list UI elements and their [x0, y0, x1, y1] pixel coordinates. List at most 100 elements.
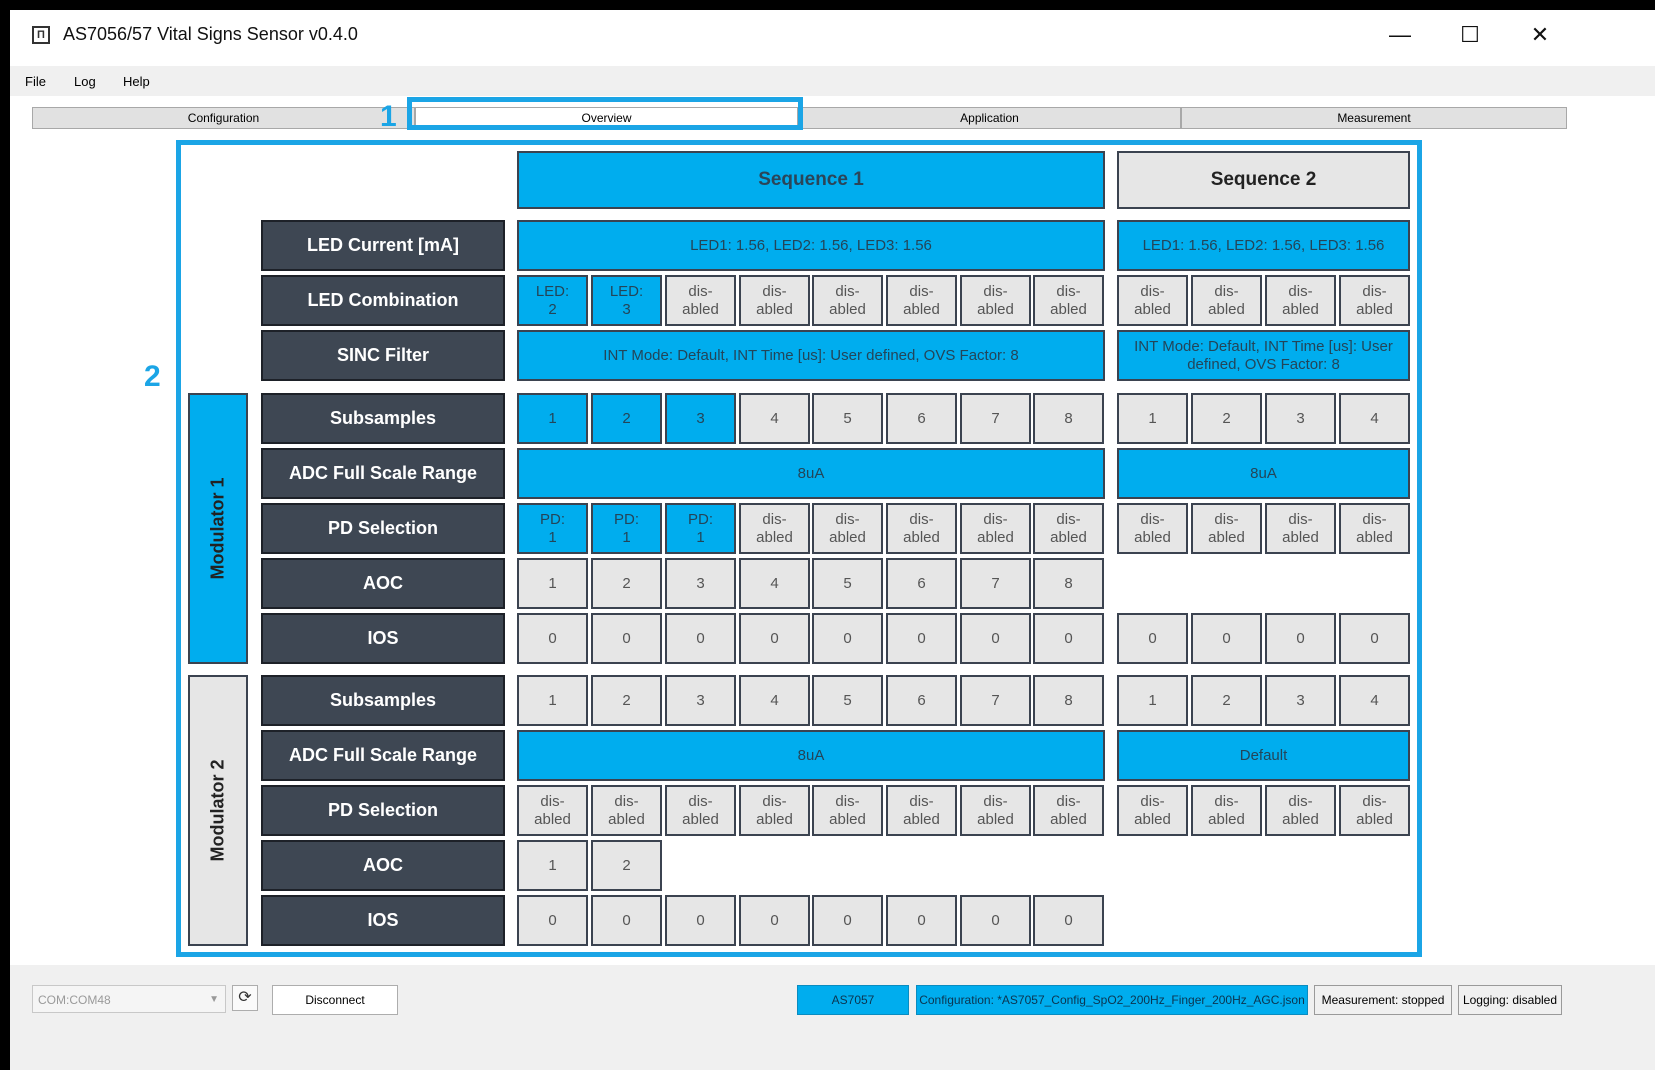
value-cell: PD: 1	[591, 503, 662, 554]
value-cell: dis- abled	[1033, 275, 1104, 326]
value-cell: INT Mode: Default, INT Time [us]: User d…	[1117, 330, 1410, 381]
value-cell: 8	[1033, 558, 1104, 609]
row-label: ADC Full Scale Range	[261, 448, 505, 499]
value-cell: dis- abled	[665, 275, 736, 326]
tab-measurement[interactable]: Measurement	[1181, 107, 1567, 129]
value-cell: 4	[739, 393, 810, 444]
value-cell: 2	[591, 675, 662, 726]
refresh-button[interactable]: ⟳	[232, 985, 258, 1011]
value-cell: dis- abled	[812, 785, 883, 836]
value-cell: 0	[960, 613, 1031, 664]
value-cell: 4	[739, 558, 810, 609]
disconnect-button[interactable]: Disconnect	[272, 985, 398, 1015]
row-label: AOC	[261, 840, 505, 891]
title-bar: П AS7056/57 Vital Signs Sensor v0.4.0 — …	[10, 10, 1655, 60]
value-cell: dis- abled	[812, 275, 883, 326]
value-cell: 0	[1265, 613, 1336, 664]
refresh-icon: ⟳	[238, 989, 252, 1006]
value-cell: dis- abled	[739, 503, 810, 554]
value-cell: 0	[517, 895, 588, 946]
value-cell: 3	[1265, 675, 1336, 726]
modulator-2-text: Modulator 2	[207, 759, 228, 862]
value-cell: 4	[1339, 675, 1410, 726]
close-button[interactable]: ✕	[1510, 18, 1570, 52]
maximize-button[interactable]: ☐	[1440, 18, 1500, 52]
tab-application[interactable]: Application	[798, 107, 1181, 129]
value-cell: 0	[886, 895, 957, 946]
value-cell: 1	[1117, 393, 1188, 444]
value-cell: dis- abled	[739, 275, 810, 326]
value-cell: 0	[739, 613, 810, 664]
configuration-status: Configuration: *AS7057_Config_SpO2_200Hz…	[916, 985, 1308, 1015]
port-select[interactable]: COM:COM48 ▼	[32, 985, 226, 1013]
sequence-2-header: Sequence 2	[1117, 151, 1410, 209]
measurement-status: Measurement: stopped	[1314, 985, 1452, 1015]
overview-tab-highlight	[407, 97, 803, 130]
row-label: Subsamples	[261, 393, 505, 444]
row-label: IOS	[261, 895, 505, 946]
minimize-button[interactable]: —	[1370, 18, 1430, 52]
value-cell: 0	[591, 895, 662, 946]
value-cell: 0	[1033, 613, 1104, 664]
logging-status: Logging: disabled	[1458, 985, 1562, 1015]
row-label: PD Selection	[261, 785, 505, 836]
value-cell: 5	[812, 558, 883, 609]
value-cell: 0	[665, 895, 736, 946]
value-cell: 0	[960, 895, 1031, 946]
row-label: IOS	[261, 613, 505, 664]
value-cell: dis- abled	[1265, 503, 1336, 554]
value-cell: 8	[1033, 393, 1104, 444]
value-cell: 4	[1339, 393, 1410, 444]
value-cell: 1	[1117, 675, 1188, 726]
value-cell: 1	[517, 558, 588, 609]
value-cell: dis- abled	[1339, 503, 1410, 554]
value-cell: 8uA	[517, 448, 1105, 499]
value-cell: 4	[739, 675, 810, 726]
value-cell: LED: 2	[517, 275, 588, 326]
value-cell: 5	[812, 675, 883, 726]
menu-bar: File Log Help	[10, 66, 1655, 96]
row-label: ADC Full Scale Range	[261, 730, 505, 781]
value-cell: Default	[1117, 730, 1410, 781]
value-cell: 3	[665, 675, 736, 726]
value-cell: dis- abled	[739, 785, 810, 836]
value-cell: dis- abled	[591, 785, 662, 836]
callout-2: 2	[144, 360, 161, 393]
value-cell: dis- abled	[812, 503, 883, 554]
value-cell: dis- abled	[886, 503, 957, 554]
value-cell: 6	[886, 675, 957, 726]
value-cell: 0	[739, 895, 810, 946]
value-cell: 5	[812, 393, 883, 444]
value-cell: 0	[1339, 613, 1410, 664]
value-cell: 2	[591, 393, 662, 444]
value-cell: 7	[960, 675, 1031, 726]
value-cell: dis- abled	[1191, 785, 1262, 836]
value-cell: PD: 1	[517, 503, 588, 554]
value-cell: 0	[1117, 613, 1188, 664]
value-cell: dis- abled	[1191, 503, 1262, 554]
value-cell: 3	[665, 558, 736, 609]
value-cell: dis- abled	[886, 785, 957, 836]
value-cell: dis- abled	[1117, 503, 1188, 554]
value-cell: 8uA	[1117, 448, 1410, 499]
value-cell: 2	[591, 558, 662, 609]
value-cell: dis- abled	[1265, 785, 1336, 836]
value-cell: dis- abled	[1339, 275, 1410, 326]
chevron-down-icon: ▼	[209, 994, 219, 1005]
window-title: AS7056/57 Vital Signs Sensor v0.4.0	[63, 24, 358, 44]
value-cell: 0	[591, 613, 662, 664]
callout-1: 1	[380, 100, 397, 133]
value-cell: 0	[517, 613, 588, 664]
value-cell: dis- abled	[1033, 785, 1104, 836]
menu-log[interactable]: Log	[74, 74, 96, 89]
value-cell: 0	[812, 895, 883, 946]
value-cell: dis- abled	[1033, 503, 1104, 554]
menu-help[interactable]: Help	[123, 74, 150, 89]
value-cell: dis- abled	[665, 785, 736, 836]
value-cell: LED: 3	[591, 275, 662, 326]
value-cell: 0	[1191, 613, 1262, 664]
menu-file[interactable]: File	[25, 74, 46, 89]
value-cell: dis- abled	[517, 785, 588, 836]
tab-configuration[interactable]: Configuration	[32, 107, 415, 129]
value-cell: dis- abled	[1117, 785, 1188, 836]
